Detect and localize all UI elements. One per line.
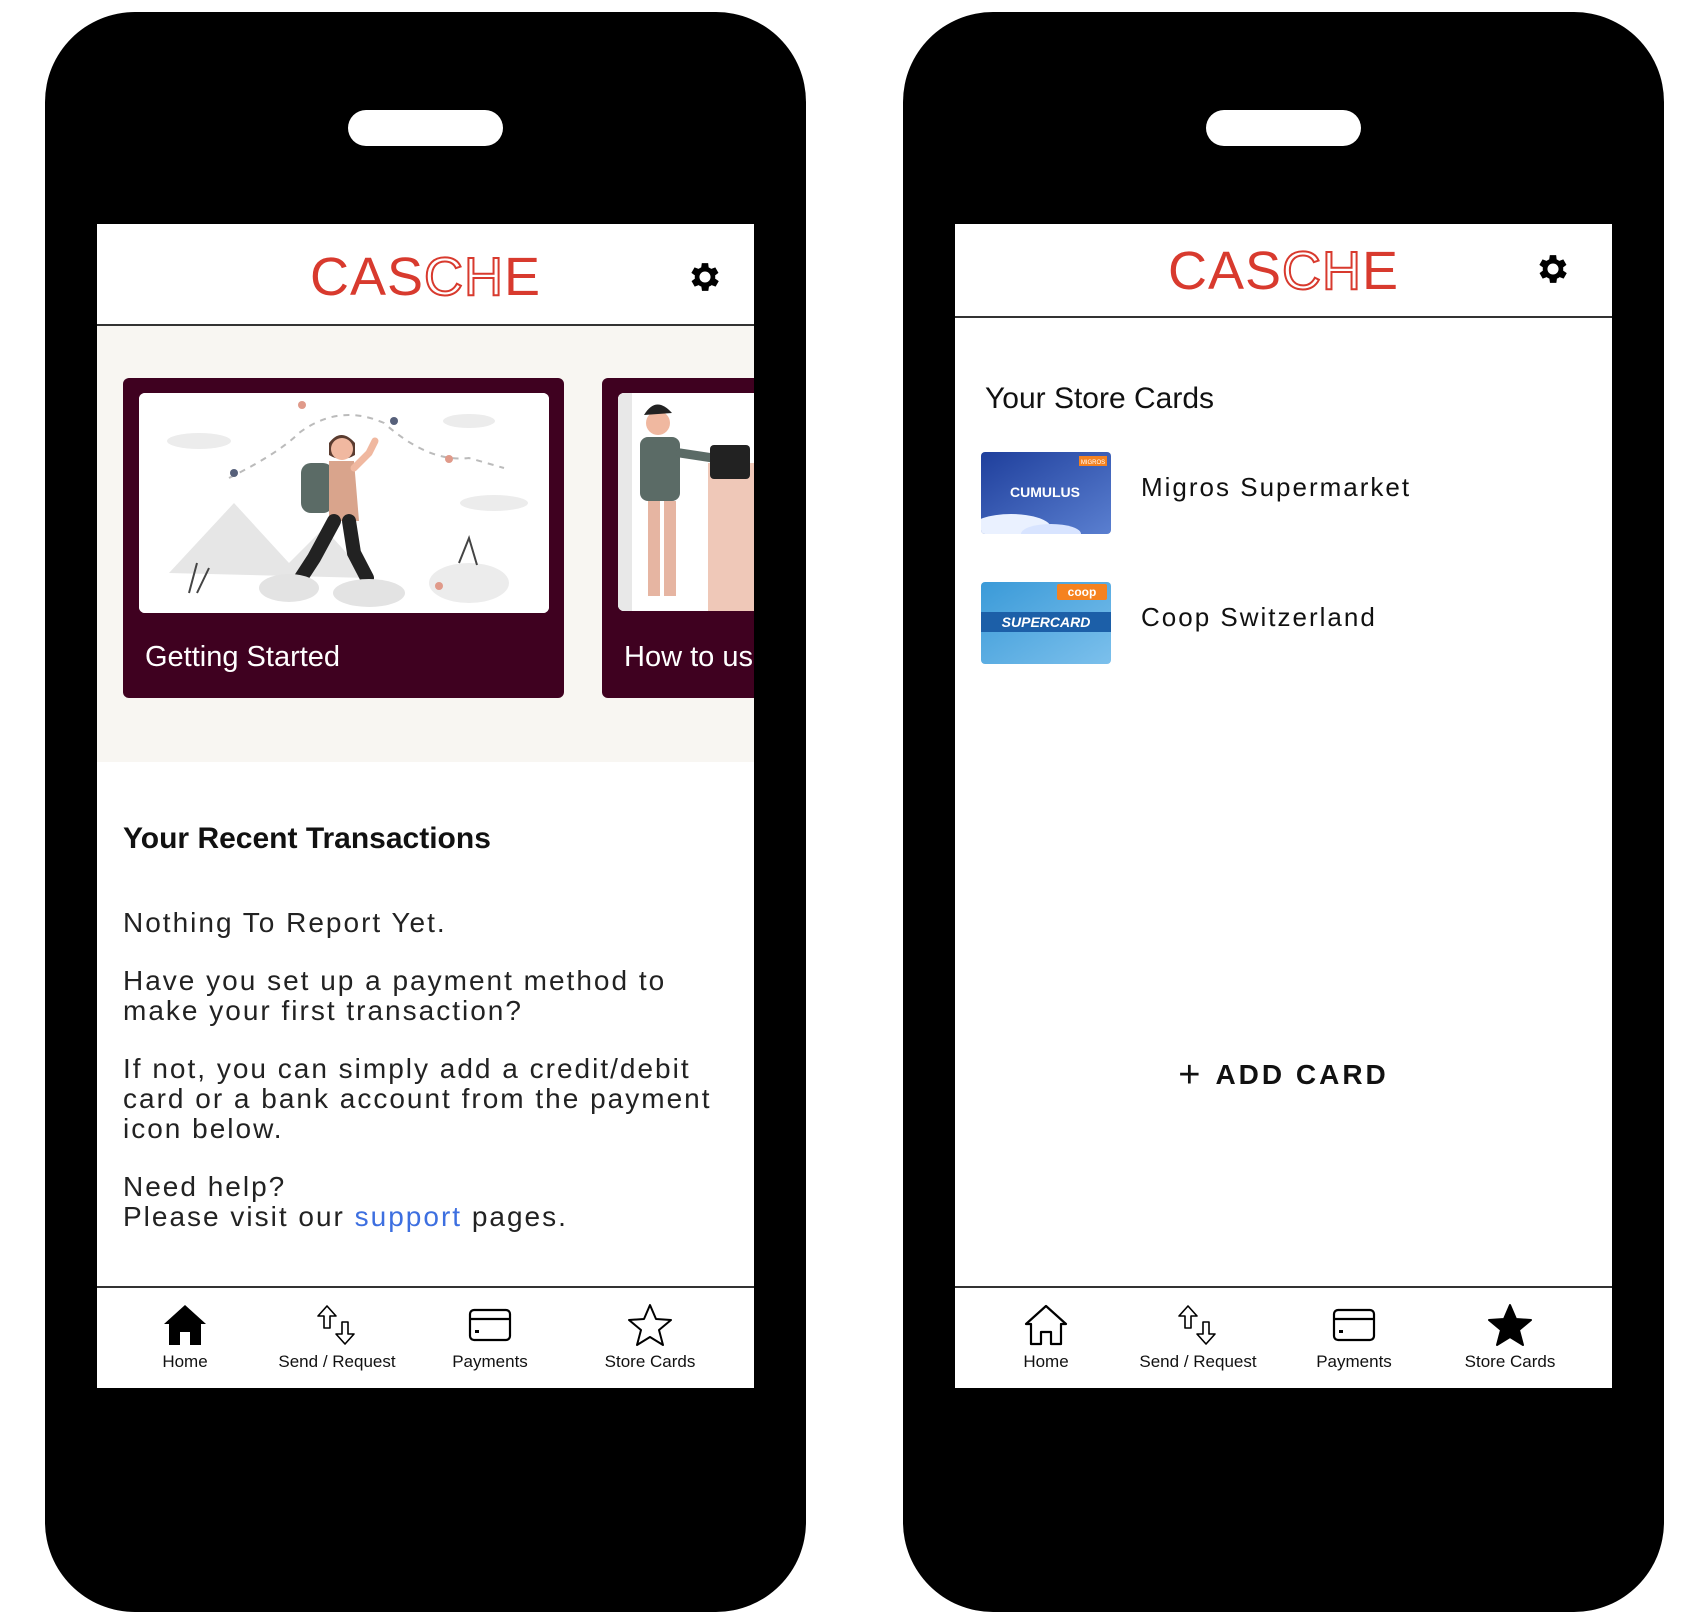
app-header: CASCHE bbox=[97, 224, 754, 326]
bottom-tab-bar: Home Send / Request Payments Store Cards bbox=[97, 1286, 754, 1388]
tab-home[interactable]: Home bbox=[110, 1302, 260, 1372]
help-line: Need help? bbox=[123, 1171, 287, 1202]
support-line: Please visit our support pages. bbox=[123, 1201, 568, 1232]
star-filled-icon bbox=[1488, 1304, 1532, 1346]
phone-frame-right: CASCHE Your Store Cards MIGROS CUMULUS M… bbox=[903, 12, 1664, 1612]
tab-send-request[interactable]: Send / Request bbox=[262, 1302, 412, 1372]
payment-method-prompt: Have you set up a payment method to make… bbox=[123, 965, 667, 1026]
store-card-name: Migros Supermarket bbox=[1141, 472, 1412, 502]
tab-store-cards[interactable]: Store Cards bbox=[1435, 1302, 1585, 1372]
speaker-slot bbox=[1206, 110, 1361, 146]
store-card-row-coop[interactable]: coop SUPERCARD Coop Switzerland bbox=[981, 582, 1612, 664]
tab-payments[interactable]: Payments bbox=[415, 1302, 565, 1372]
plus-icon: + bbox=[1178, 1054, 1204, 1096]
bottom-tab-bar: Home Send / Request Payments Store Cards bbox=[955, 1286, 1612, 1388]
star-outline-icon bbox=[628, 1304, 672, 1346]
send-request-icon bbox=[1178, 1305, 1216, 1345]
support-link[interactable]: support bbox=[355, 1201, 462, 1232]
svg-text:CUMULUS: CUMULUS bbox=[1010, 484, 1080, 500]
credit-card-icon bbox=[468, 1308, 512, 1342]
tab-store-cards[interactable]: Store Cards bbox=[575, 1302, 725, 1372]
svg-text:coop: coop bbox=[1068, 585, 1097, 599]
supercard-thumbnail: coop SUPERCARD bbox=[981, 582, 1111, 664]
svg-text:SUPERCARD: SUPERCARD bbox=[1002, 614, 1091, 630]
hiker-illustration bbox=[139, 393, 549, 613]
settings-gear-icon[interactable] bbox=[686, 258, 724, 296]
store-card-name: Coop Switzerland bbox=[1141, 602, 1377, 632]
credit-card-icon bbox=[1332, 1308, 1376, 1342]
store-card-row-migros[interactable]: MIGROS CUMULUS Migros Supermarket bbox=[981, 452, 1612, 534]
app-header: CASCHE bbox=[955, 224, 1612, 318]
carousel-tile-label: How to us bbox=[624, 641, 753, 673]
casche-logo: CASCHE bbox=[309, 246, 542, 308]
add-card-hint: If not, you can simply add a credit/debi… bbox=[123, 1053, 712, 1144]
carousel-tile-getting-started[interactable]: Getting Started bbox=[123, 378, 564, 698]
cumulus-card-thumbnail: MIGROS CUMULUS bbox=[981, 452, 1111, 534]
speaker-slot bbox=[348, 110, 503, 146]
phone-frame-left: CASCHE Getting Started How to us Your Re… bbox=[45, 12, 806, 1612]
empty-state-line: Nothing To Report Yet. bbox=[123, 907, 447, 938]
tab-home[interactable]: Home bbox=[971, 1302, 1121, 1372]
store-cards-title: Your Store Cards bbox=[985, 382, 1215, 415]
tab-payments[interactable]: Payments bbox=[1279, 1302, 1429, 1372]
settings-gear-icon[interactable] bbox=[1534, 250, 1572, 288]
empty-state-message: Nothing To Report Yet. Have you set up a… bbox=[123, 908, 723, 1232]
casche-logo: CASCHE bbox=[1167, 240, 1400, 302]
carousel-tile-label: Getting Started bbox=[145, 641, 341, 673]
carousel-tile-how-to-use[interactable]: How to us bbox=[602, 378, 754, 698]
home-filled-icon bbox=[164, 1305, 206, 1345]
recent-transactions-title: Your Recent Transactions bbox=[123, 822, 491, 855]
store-cards-screen: CASCHE Your Store Cards MIGROS CUMULUS M… bbox=[955, 224, 1612, 1388]
shopper-illustration bbox=[618, 393, 754, 611]
home-outline-icon bbox=[1024, 1304, 1068, 1346]
tab-send-request[interactable]: Send / Request bbox=[1123, 1302, 1273, 1372]
svg-text:MIGROS: MIGROS bbox=[1081, 460, 1105, 466]
guide-carousel[interactable]: Getting Started How to us bbox=[97, 326, 754, 762]
add-card-button[interactable]: + ADD CARD bbox=[955, 1054, 1612, 1097]
send-request-icon bbox=[317, 1305, 355, 1345]
home-screen: CASCHE Getting Started How to us Your Re… bbox=[97, 224, 754, 1388]
